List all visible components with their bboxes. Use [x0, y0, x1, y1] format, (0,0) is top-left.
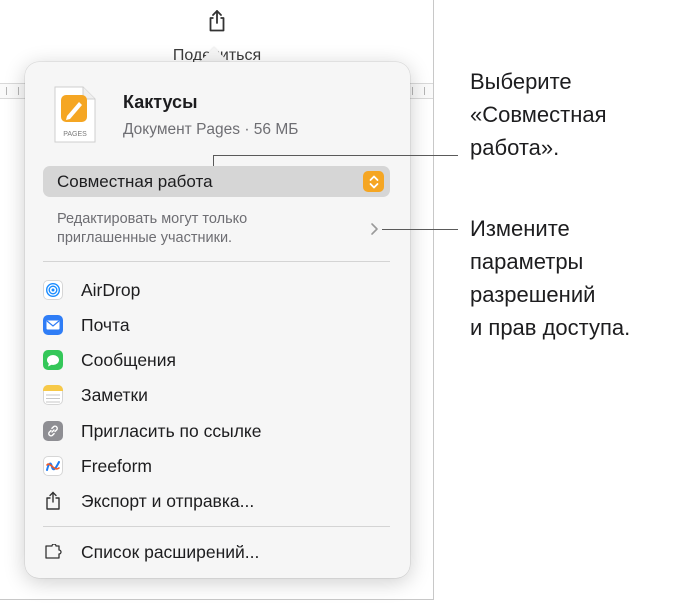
share-option-label: Пригласить по ссылке — [81, 420, 262, 441]
extensions-list-item[interactable]: Список расширений... — [43, 539, 343, 565]
share-option-notes[interactable]: Заметки — [43, 382, 343, 408]
pages-document-icon: PAGES — [52, 86, 98, 144]
share-icon — [209, 10, 225, 32]
callout-change-permissions: Измените параметры разрешений и прав дос… — [470, 216, 631, 340]
notes-icon — [43, 385, 63, 405]
pages-badge-text: PAGES — [63, 131, 87, 138]
divider — [43, 526, 390, 527]
select-chevrons-icon — [363, 171, 384, 192]
share-option-freeform[interactable]: Freeform — [43, 453, 343, 479]
extensions-icon — [43, 542, 63, 562]
document-meta: Документ Pages · 56 МБ — [123, 121, 299, 138]
permissions-line-1: Редактировать могут только — [57, 211, 248, 227]
share-option-mail[interactable]: Почта — [43, 312, 343, 338]
share-option-label: Почта — [81, 314, 130, 335]
chevron-right-icon[interactable] — [370, 222, 379, 236]
callout-line — [213, 155, 214, 166]
share-option-label: Заметки — [81, 384, 148, 405]
mail-icon — [43, 315, 63, 335]
share-option-messages[interactable]: Сообщения — [43, 347, 343, 373]
freeform-icon — [43, 456, 63, 476]
callout-line — [213, 155, 458, 156]
share-option-invite-link[interactable]: Пригласить по ссылке — [43, 418, 343, 444]
share-option-label: Экспорт и отправка... — [81, 490, 255, 511]
airdrop-icon — [43, 280, 63, 300]
collaboration-mode-label: Совместная работа — [57, 171, 213, 191]
permissions-line-2: приглашенные участники. — [57, 230, 233, 246]
collaboration-mode-select[interactable]: Совместная работа — [43, 166, 390, 197]
share-option-label: Сообщения — [81, 349, 176, 370]
share-option-airdrop[interactable]: AirDrop — [43, 277, 343, 303]
document-title: Кактусы — [123, 92, 198, 112]
messages-icon — [43, 350, 63, 370]
extensions-list-label: Список расширений... — [81, 541, 260, 562]
share-toolbar-button[interactable] — [202, 6, 232, 36]
export-icon — [43, 491, 63, 511]
link-icon — [43, 421, 63, 441]
share-option-label: Freeform — [81, 455, 152, 476]
share-option-label: AirDrop — [81, 279, 141, 300]
callout-choose-collaboration: Выберите «Совместная работа». — [470, 69, 607, 160]
share-option-export[interactable]: Экспорт и отправка... — [43, 488, 343, 514]
divider — [43, 261, 390, 262]
permissions-row[interactable]: Редактировать могут только приглашенные … — [57, 210, 357, 248]
callout-line — [382, 229, 458, 230]
